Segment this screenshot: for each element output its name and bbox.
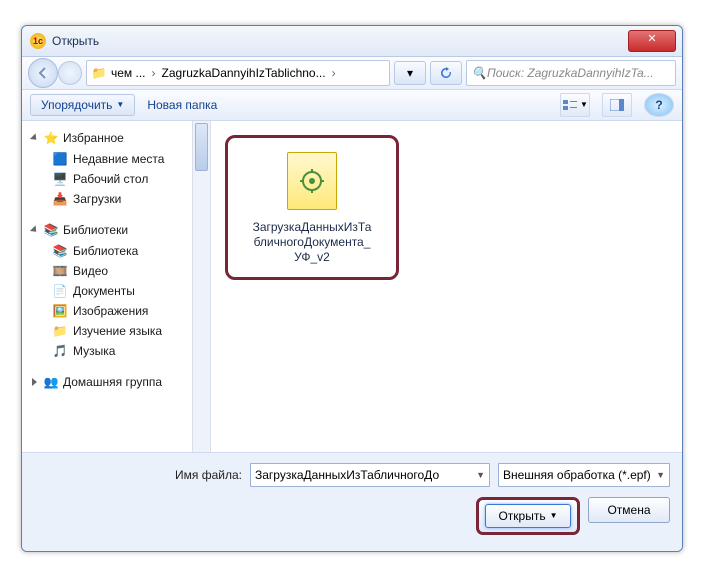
homegroup-icon: 👥 [43,374,59,390]
search-placeholder: Поиск: ZagruzkaDannyihIzTa... [487,66,654,80]
breadcrumb-part[interactable]: чем ... [111,66,146,80]
breadcrumb-part[interactable]: ZagruzkaDannyihIzTablichno... [162,66,326,80]
nav-back-button[interactable] [28,58,58,88]
chevron-icon: › [330,66,338,80]
nav-forward-button[interactable] [58,61,82,85]
documents-icon: 📄 [52,283,68,299]
toolbar: Упорядочить▼ Новая папка ▼ ? [22,90,682,121]
library-icon: 📚 [43,222,59,238]
chevron-icon: › [150,66,158,80]
tree-item[interactable]: 🖼️Изображения [30,301,208,321]
file-list[interactable]: ЗагрузкаДанныхИзТабличногоДокумента_УФ_v… [211,121,682,452]
filename-value: ЗагрузкаДанныхИзТабличногоДо [255,468,439,482]
tree-item[interactable]: 📥Загрузки [30,189,208,209]
window-title: Открыть [52,34,628,48]
pictures-icon: 🖼️ [52,303,68,319]
tree-item[interactable]: 📁Изучение языка [30,321,208,341]
downloads-icon: 📥 [52,191,68,207]
filename-label: Имя файла: [175,468,242,482]
tree-group-homegroup[interactable]: 👥Домашняя группа [30,371,208,393]
filename-input[interactable]: ЗагрузкаДанныхИзТабличногоДо ▼ [250,463,490,487]
star-icon: ⭐ [43,130,59,146]
nav-tree: ⭐Избранное 🟦Недавние места 🖥️Рабочий сто… [22,121,211,452]
music-icon: 🎵 [52,343,68,359]
video-icon: 🎞️ [52,263,68,279]
file-icon[interactable] [287,152,337,210]
tree-group-libraries[interactable]: 📚Библиотеки [30,219,208,241]
help-button[interactable]: ? [644,93,674,117]
tree-item[interactable]: 🎵Музыка [30,341,208,361]
close-button[interactable]: ✕ [628,30,676,52]
library-icon: 📚 [52,243,68,259]
chevron-down-icon[interactable]: ▼ [550,511,558,520]
dialog-footer: Имя файла: ЗагрузкаДанныхИзТабличногоДо … [22,452,682,551]
organize-button[interactable]: Упорядочить▼ [30,94,135,116]
tree-item[interactable]: 📄Документы [30,281,208,301]
nav-bar: 📁 чем ... › ZagruzkaDannyihIzTablichno..… [22,57,682,90]
tree-group-favorites[interactable]: ⭐Избранное [30,127,208,149]
search-icon: 🔍 [471,65,487,81]
tree-scrollbar[interactable] [192,121,210,452]
folder-icon: 📁 [52,323,68,339]
cancel-button[interactable]: Отмена [588,497,670,523]
highlighted-file: ЗагрузкаДанныхИзТабличногоДокумента_УФ_v… [225,135,399,280]
recent-icon: 🟦 [52,151,68,167]
filetype-filter[interactable]: Внешняя обработка (*.epf) ▼ [498,463,670,487]
view-button[interactable]: ▼ [560,93,590,117]
tree-item[interactable]: 🎞️Видео [30,261,208,281]
filter-value: Внешняя обработка (*.epf) [503,468,651,482]
open-dialog: 1c Открыть ✕ 📁 чем ... › ZagruzkaDannyih… [21,25,683,552]
tree-item[interactable]: 🖥️Рабочий стол [30,169,208,189]
refresh-button[interactable] [430,61,462,85]
file-label[interactable]: ЗагрузкаДанныхИзТабличногоДокумента_УФ_v… [252,220,372,265]
chevron-down-icon[interactable]: ▼ [476,470,485,480]
desktop-icon: 🖥️ [52,171,68,187]
history-dropdown[interactable]: ▾ [394,61,426,85]
tree-item[interactable]: 📚Библиотека [30,241,208,261]
search-input[interactable]: 🔍 Поиск: ZagruzkaDannyihIzTa... [466,60,676,86]
breadcrumb[interactable]: 📁 чем ... › ZagruzkaDannyihIzTablichno..… [86,60,390,86]
app-icon: 1c [30,33,46,49]
tree-item[interactable]: 🟦Недавние места [30,149,208,169]
preview-pane-button[interactable] [602,93,632,117]
titlebar: 1c Открыть ✕ [22,26,682,57]
new-folder-button[interactable]: Новая папка [147,98,217,112]
chevron-down-icon[interactable]: ▼ [656,470,665,480]
open-button[interactable]: Открыть▼ [485,504,571,528]
open-highlight: Открыть▼ [476,497,580,535]
folder-icon: 📁 [91,65,107,81]
